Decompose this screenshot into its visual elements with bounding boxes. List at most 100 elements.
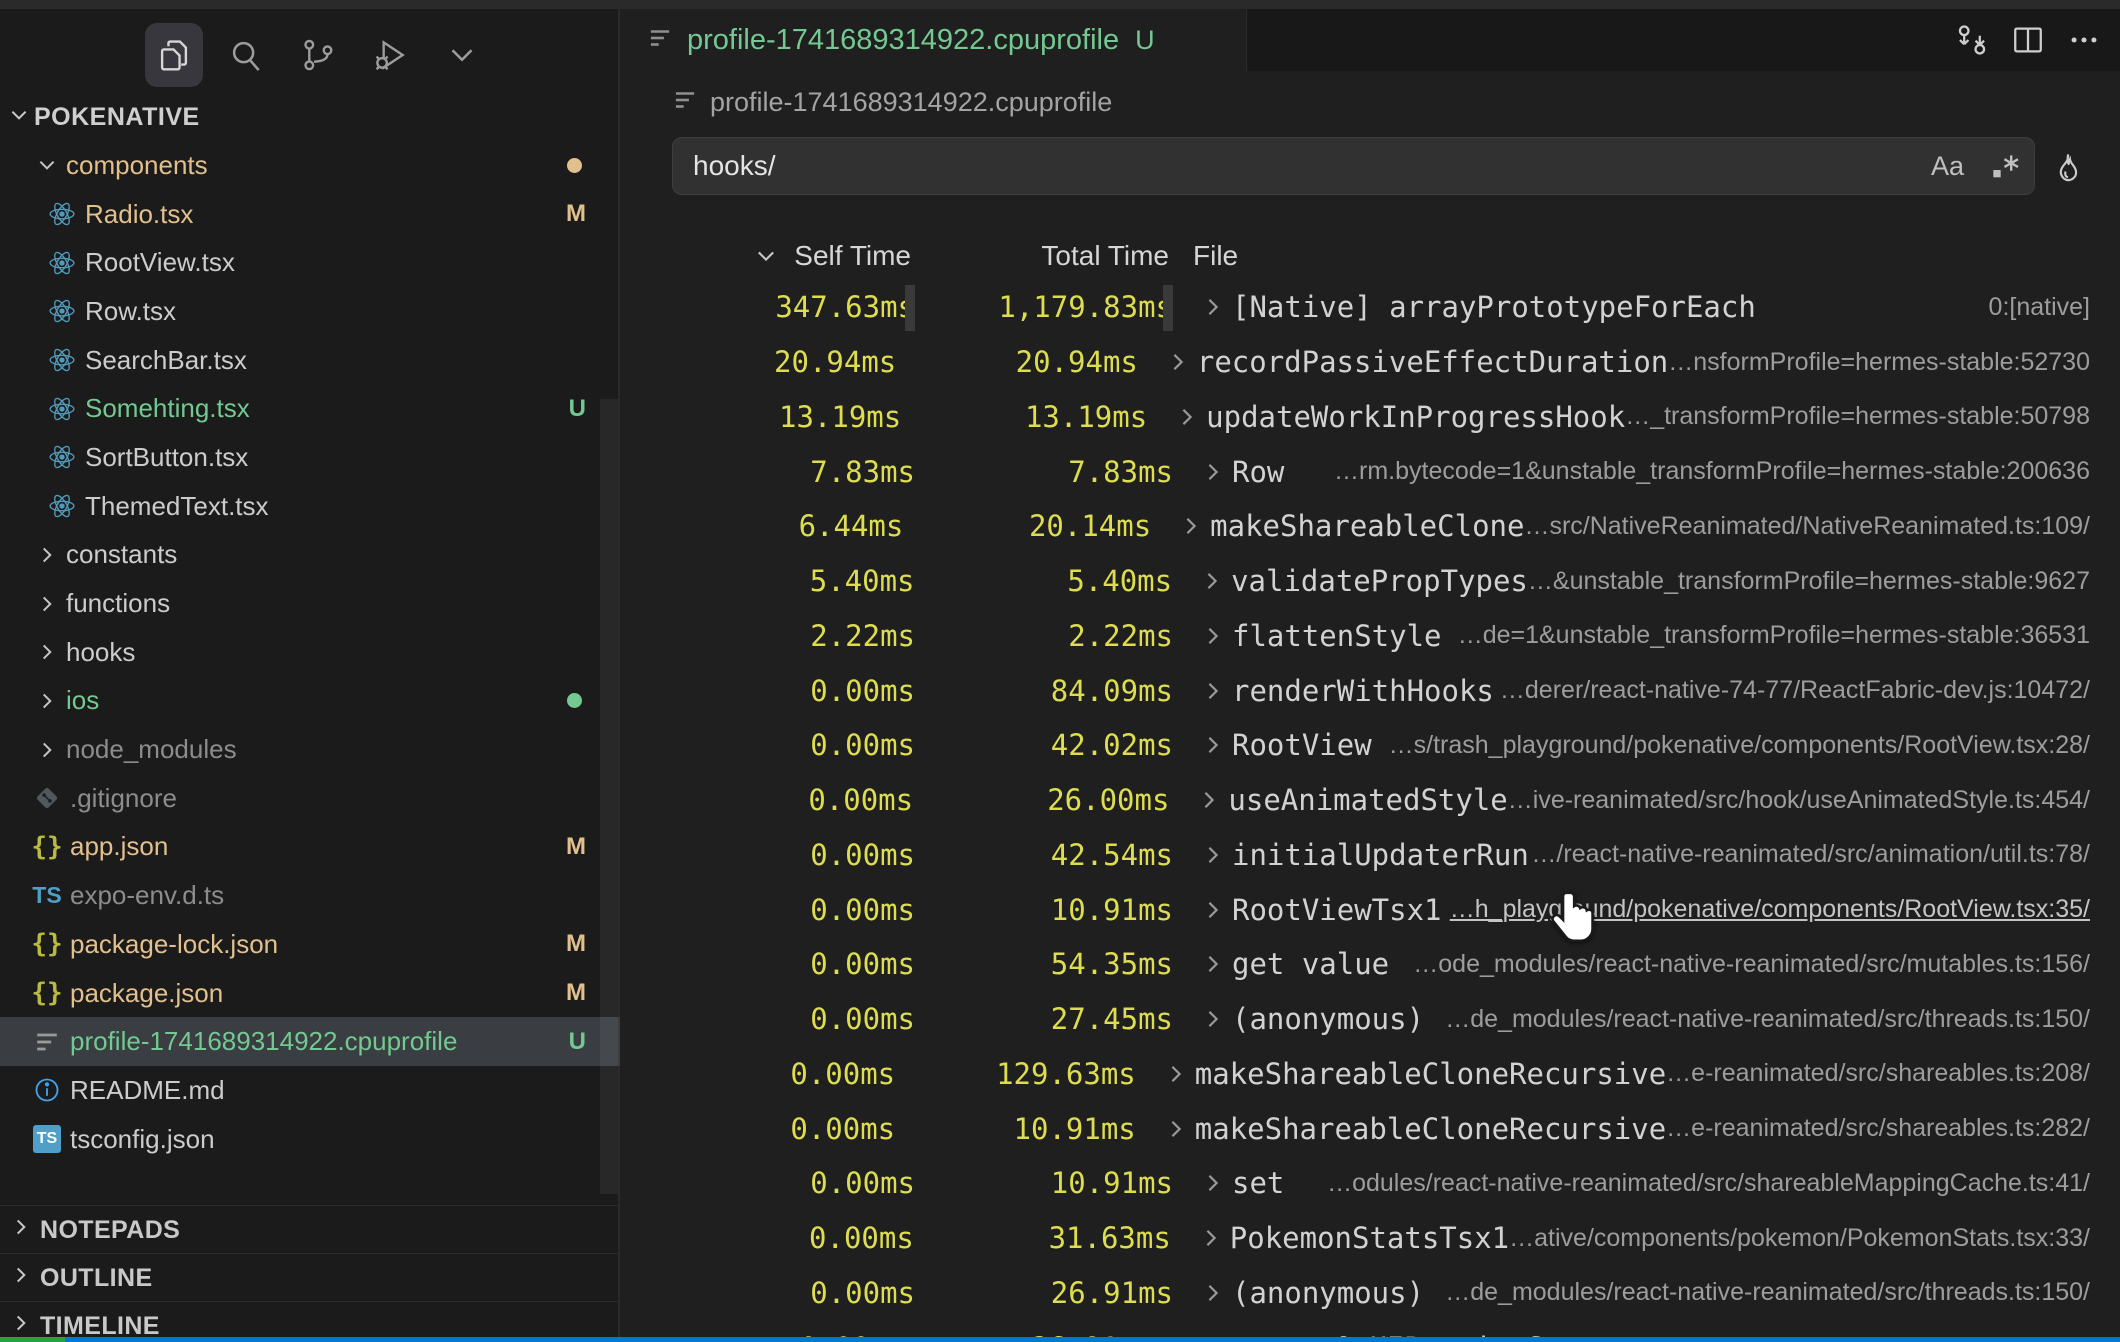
tree-item-tsconfig-json[interactable]: TStsconfig.json <box>0 1115 620 1164</box>
file-location-link[interactable]: …e-reanimated/src/shareables.ts:282/ <box>1666 1114 2090 1143</box>
split-editor-icon[interactable] <box>2000 12 2056 68</box>
tree-item-functions[interactable]: functions <box>0 579 620 628</box>
profile-row-useanimatedstyle[interactable]: 0.00ms26.00msuseAnimatedStyle…ive-reanim… <box>620 773 2120 828</box>
profile-row-executeonuiruntimesync[interactable]: 0.00ms26.91msexecuteOnUIRuntimeSync…tive… <box>620 1320 2120 1337</box>
column-header-file[interactable]: File <box>1193 240 1238 272</box>
explorer-root-row[interactable]: POKENATIVE <box>0 93 620 141</box>
file-location-link[interactable]: …s/trash_playground/pokenative/component… <box>1389 731 2090 760</box>
tree-item-somehting-tsx[interactable]: Somehting.tsxU <box>0 384 620 433</box>
tree-item-package-json[interactable]: {}package.jsonM <box>0 969 620 1018</box>
expand-chevron-right-icon[interactable] <box>1197 788 1223 812</box>
file-location-link[interactable]: …src/NativeReanimated/NativeReanimated.t… <box>1524 512 2090 541</box>
profile-row-recordpassiveeffectduration[interactable]: 20.94ms20.94msrecordPassiveEffectDuratio… <box>620 335 2120 390</box>
expand-chevron-right-icon[interactable] <box>1201 679 1227 703</box>
file-location-link[interactable]: …ode_modules/react-native-reanimated/src… <box>1413 950 2090 979</box>
explorer-icon[interactable] <box>145 23 203 87</box>
file-location-link[interactable]: …ative/components/pokemon/PokemonStats.t… <box>1509 1224 2090 1253</box>
expand-chevron-right-icon[interactable] <box>1201 843 1227 867</box>
expand-chevron-right-icon[interactable] <box>1201 733 1227 757</box>
sort-chevron-down-icon[interactable] <box>754 244 778 268</box>
file-location-link[interactable]: …_transformProfile=hermes-stable:50798 <box>1625 402 2090 431</box>
source-control-icon[interactable] <box>289 23 347 87</box>
expand-chevron-right-icon[interactable] <box>1201 624 1227 648</box>
file-location-link[interactable]: …nsformProfile=hermes-stable:52730 <box>1668 348 2090 377</box>
tree-item-ios[interactable]: ios <box>0 677 620 726</box>
expand-chevron-right-icon[interactable] <box>1201 898 1227 922</box>
tree-item-searchbar-tsx[interactable]: SearchBar.tsx <box>0 336 620 385</box>
tree-item-hooks[interactable]: hooks <box>0 628 620 677</box>
profile-row-flattenstyle[interactable]: 2.22ms2.22msflattenStyle…de=1&unstable_t… <box>620 609 2120 664</box>
profile-row-makeshareableclonerecursive[interactable]: 0.00ms10.91msmakeShareableCloneRecursive… <box>620 1101 2120 1156</box>
file-location-link[interactable]: …odules/react-native-reanimated/src/shar… <box>1327 1169 2090 1198</box>
column-header-total-time[interactable]: Total Time <box>911 240 1169 272</box>
tree-item-constants[interactable]: constants <box>0 531 620 580</box>
file-location-link[interactable]: …de=1&unstable_transformProfile=hermes-s… <box>1458 621 2090 650</box>
tree-item-rootview-tsx[interactable]: RootView.tsx <box>0 238 620 287</box>
file-location-link[interactable]: …/react-native-reanimated/src/animation/… <box>1531 840 2090 869</box>
profile-row-updateworkinprogresshook[interactable]: 13.19ms13.19msupdateWorkInProgressHook…_… <box>620 390 2120 445</box>
tree-item-gitignore[interactable]: .gitignore <box>0 774 620 823</box>
match-case-button[interactable]: Aa <box>1921 151 1974 182</box>
expand-chevron-right-icon[interactable] <box>1201 295 1227 319</box>
expand-chevron-right-icon[interactable] <box>1201 1281 1227 1305</box>
file-location-link[interactable]: …ive-reanimated/src/hook/useAnimatedStyl… <box>1508 786 2090 815</box>
regex-button[interactable] <box>1988 150 2020 182</box>
file-location-link[interactable]: …e-reanimated/src/shareables.ts:208/ <box>1666 1059 2090 1088</box>
profile-row-anonymous[interactable]: 0.00ms26.91ms(anonymous)…de_modules/reac… <box>620 1266 2120 1321</box>
section-outline[interactable]: OUTLINE <box>0 1253 618 1302</box>
profile-row-row[interactable]: 7.83ms7.83msRow…rm.bytecode=1&unstable_t… <box>620 444 2120 499</box>
tree-item-themedtext-tsx[interactable]: ThemedText.tsx <box>0 482 620 531</box>
search-icon[interactable] <box>217 23 275 87</box>
expand-chevron-right-icon[interactable] <box>1201 1171 1227 1195</box>
tree-item-row-tsx[interactable]: Row.tsx <box>0 287 620 336</box>
tree-item-radio-tsx[interactable]: Radio.tsxM <box>0 190 620 239</box>
column-header-self-time[interactable]: Self Time <box>778 240 911 272</box>
file-location-link[interactable]: …&unstable_transformProfile=hermes-stabl… <box>1528 567 2090 596</box>
tree-item-sortbutton-tsx[interactable]: SortButton.tsx <box>0 433 620 482</box>
section-timeline[interactable]: TIMELINE <box>0 1301 618 1342</box>
profile-row-rootviewtsx1[interactable]: 0.00ms10.91msRootViewTsx1…h_playground/p… <box>620 882 2120 937</box>
expand-chevron-right-icon[interactable] <box>1199 1226 1225 1250</box>
flame-graph-button[interactable] <box>2045 145 2091 191</box>
tree-item-readme-md[interactable]: README.md <box>0 1066 620 1115</box>
expand-chevron-right-icon[interactable] <box>1201 952 1227 976</box>
expand-chevron-right-icon[interactable] <box>1200 569 1226 593</box>
column-sash[interactable] <box>905 285 915 331</box>
tree-item-app-json[interactable]: {}app.jsonM <box>0 823 620 872</box>
filter-input[interactable]: hooks/ Aa <box>672 137 2035 195</box>
profile-row-initialupdaterrun[interactable]: 0.00ms42.54msinitialUpdaterRun…/react-na… <box>620 828 2120 883</box>
expand-chevron-right-icon[interactable] <box>1164 1117 1190 1141</box>
file-location-link[interactable]: 0:[native] <box>1989 293 2090 322</box>
tree-item-profile-1741689314922-cpuprofile[interactable]: profile-1741689314922.cpuprofileU <box>0 1017 620 1066</box>
expand-chevron-right-icon[interactable] <box>1175 405 1201 429</box>
profile-row-pokemonstatstsx1[interactable]: 0.00ms31.63msPokemonStatsTsx1…ative/comp… <box>620 1211 2120 1266</box>
expand-chevron-right-icon[interactable] <box>1164 1062 1190 1086</box>
run-debug-icon[interactable] <box>361 23 419 87</box>
tree-item-node-modules[interactable]: node_modules <box>0 725 620 774</box>
breadcrumb[interactable]: profile-1741689314922.cpuprofile <box>620 71 2120 133</box>
expand-chevron-right-icon[interactable] <box>1166 350 1192 374</box>
profile-row-rootview[interactable]: 0.00ms42.02msRootView…s/trash_playground… <box>620 718 2120 773</box>
section-notepads[interactable]: NOTEPADS <box>0 1205 618 1254</box>
sidebar-scrollbar[interactable] <box>600 399 618 1194</box>
file-location-link[interactable]: …derer/react-native-74-77/ReactFabric-de… <box>1500 676 2090 705</box>
file-location-link[interactable]: …de_modules/react-native-reanimated/src/… <box>1445 1005 2090 1034</box>
more-views-chevron-icon[interactable] <box>433 23 491 87</box>
compare-changes-icon[interactable] <box>1944 12 2000 68</box>
profile-row-anonymous[interactable]: 0.00ms27.45ms(anonymous)…de_modules/reac… <box>620 992 2120 1047</box>
expand-chevron-right-icon[interactable] <box>1201 460 1227 484</box>
profile-row-set[interactable]: 0.00ms10.91msset…odules/react-native-rea… <box>620 1156 2120 1211</box>
tree-item-components[interactable]: components <box>0 141 620 190</box>
more-actions-icon[interactable] <box>2056 12 2112 68</box>
profile-row-makeshareableclone[interactable]: 6.44ms20.14msmakeShareableClone…src/Nati… <box>620 499 2120 554</box>
file-location-link[interactable]: …h_playground/pokenative/components/Root… <box>1450 895 2090 924</box>
tree-item-package-lock-json[interactable]: {}package-lock.jsonM <box>0 920 620 969</box>
profile-row-get-value[interactable]: 0.00ms54.35msget value…ode_modules/react… <box>620 937 2120 992</box>
file-location-link[interactable]: …de_modules/react-native-reanimated/src/… <box>1445 1278 2090 1307</box>
profile-row-validateproptypes[interactable]: 5.40ms5.40msvalidatePropTypes…&unstable_… <box>620 554 2120 609</box>
file-location-link[interactable]: …rm.bytecode=1&unstable_transformProfile… <box>1334 457 2090 486</box>
tree-item-expo-env-d-ts[interactable]: TSexpo-env.d.ts <box>0 871 620 920</box>
profile-row-native-arrayprototypeforeach[interactable]: 347.63ms1,179.83ms[Native] arrayPrototyp… <box>620 280 2120 335</box>
profile-row-renderwithhooks[interactable]: 0.00ms84.09msrenderWithHooks…derer/react… <box>620 663 2120 718</box>
column-sash[interactable] <box>1163 285 1173 331</box>
